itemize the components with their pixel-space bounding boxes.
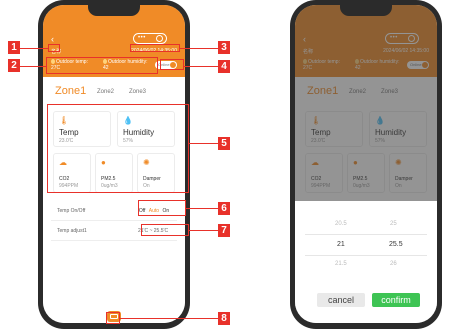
- phone-screen-dimmed: ‹ ••• 名称 2024/06/02 14:35:00 Outdoor tem…: [295, 5, 437, 323]
- picker-divider-top: [305, 234, 427, 235]
- tab-zone2[interactable]: Zone2: [97, 89, 114, 95]
- callout-box-2: [46, 57, 158, 74]
- tab-zone1[interactable]: Zone1: [55, 85, 86, 97]
- more-icon[interactable]: •••: [138, 35, 146, 42]
- tab-zone3[interactable]: Zone3: [129, 89, 146, 95]
- picker-right-prev[interactable]: 25: [390, 221, 397, 227]
- close-icon[interactable]: [156, 35, 163, 42]
- leader-5: [189, 143, 218, 144]
- callout-box-3: [130, 44, 180, 52]
- leader-2: [20, 66, 46, 67]
- picker-right-selected[interactable]: 25.5: [389, 241, 403, 248]
- callout-box-6: [138, 200, 186, 216]
- leader-7: [189, 230, 218, 231]
- callout-number-8: 8: [218, 312, 230, 325]
- callout-number-5: 5: [218, 137, 230, 150]
- callout-box-1: [48, 44, 60, 52]
- picker-left-next[interactable]: 21.5: [335, 261, 347, 267]
- callout-box-8: [106, 312, 120, 324]
- temp-range-picker: 20.5 21 21.5 25 25.5 26 cancel confirm: [295, 201, 437, 323]
- callout-number-6: 6: [218, 202, 230, 215]
- picker-right-next[interactable]: 26: [390, 261, 397, 267]
- back-icon[interactable]: ‹: [51, 35, 54, 44]
- notch: [88, 5, 140, 16]
- leader-1: [20, 48, 48, 49]
- leader-4: [184, 66, 218, 67]
- callout-number-2: 2: [8, 59, 20, 72]
- confirm-button[interactable]: confirm: [372, 293, 420, 307]
- temp-adjust-label: Temp adjust1: [57, 228, 87, 234]
- temp-onoff-label: Temp On/Off: [57, 208, 86, 214]
- picker-left-prev[interactable]: 20.5: [335, 221, 347, 227]
- callout-number-7: 7: [218, 224, 230, 237]
- callout-box-7: [141, 224, 189, 236]
- cancel-button[interactable]: cancel: [317, 293, 365, 307]
- picker-divider-bottom: [305, 255, 427, 256]
- notch: [340, 5, 392, 16]
- canvas: ‹ ••• 名称 2024/06/02 14:35:00 Outdoor tem…: [0, 0, 451, 329]
- callout-number-4: 4: [218, 60, 230, 73]
- callout-box-4: [160, 59, 184, 70]
- leader-3: [180, 48, 218, 49]
- mini-program-capsule[interactable]: •••: [133, 33, 167, 44]
- picker-left-selected[interactable]: 21: [337, 241, 345, 248]
- phone-right: ‹ ••• 名称 2024/06/02 14:35:00 Outdoor tem…: [290, 0, 442, 329]
- leader-6: [186, 208, 218, 209]
- callout-box-5: [47, 104, 189, 193]
- leader-8: [120, 318, 218, 319]
- callout-number-1: 1: [8, 41, 20, 54]
- zone-tabs: Zone1 Zone2 Zone3: [43, 85, 185, 101]
- callout-number-3: 3: [218, 41, 230, 54]
